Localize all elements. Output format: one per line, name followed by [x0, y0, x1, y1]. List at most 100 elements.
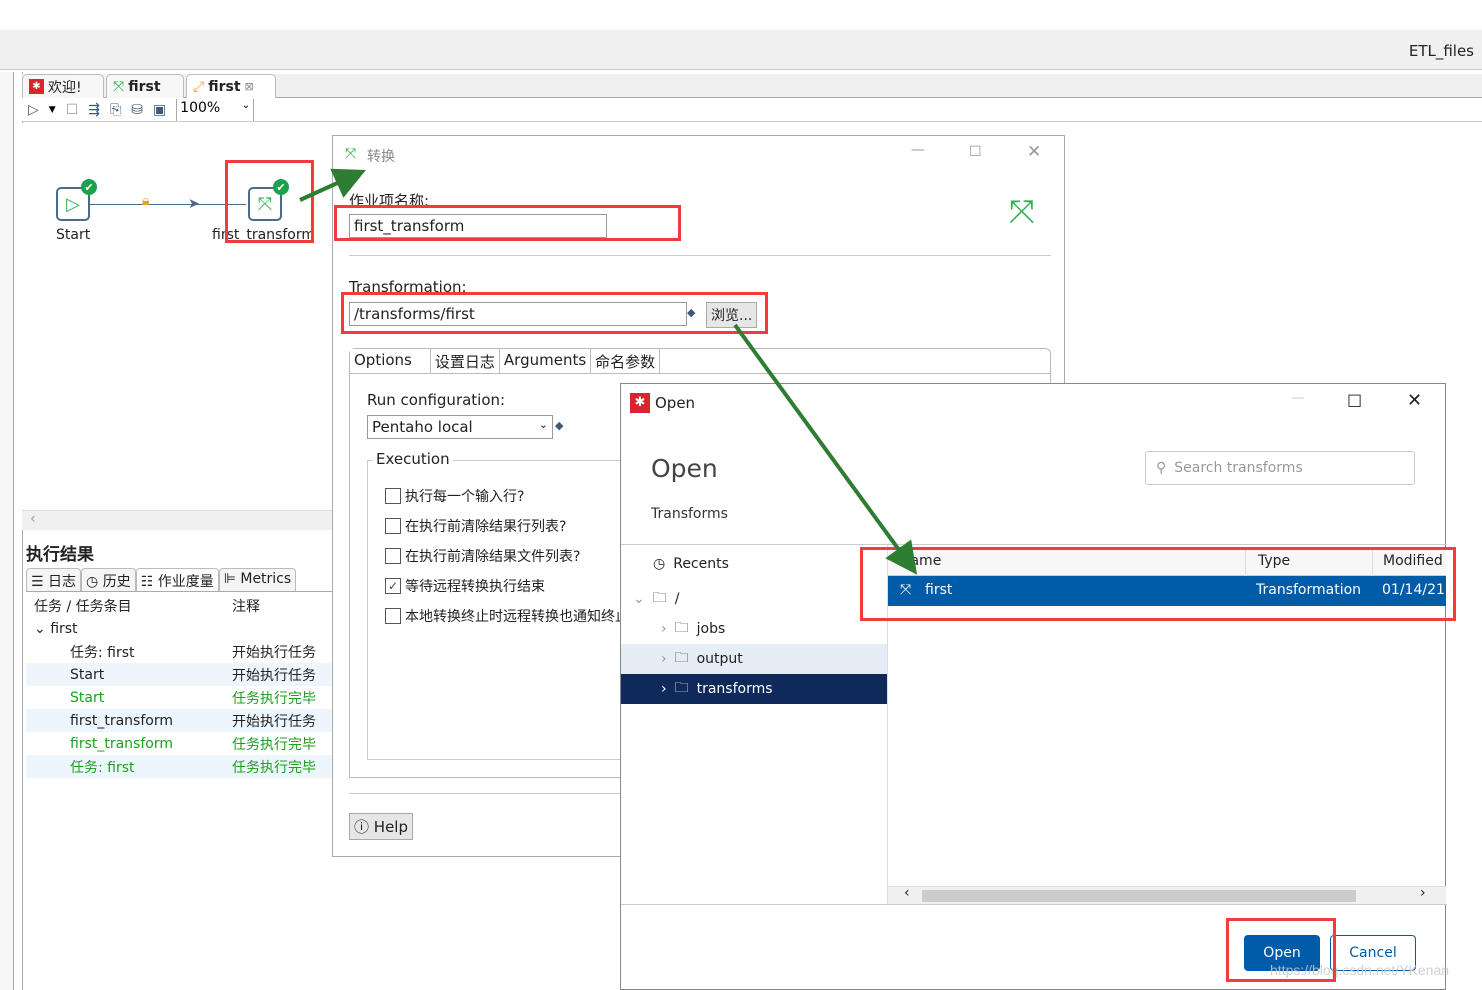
project-name: ETL_files: [1408, 42, 1474, 60]
table-row[interactable]: 任务: first 开始执行任务: [26, 640, 332, 663]
chevron-right-icon: ›: [661, 621, 667, 637]
watermark: https://blog.csdn.net/YKenan: [1270, 962, 1450, 978]
editor-tabs: ✱ 欢迎! ⤧ first ⤢ first ⊠: [22, 74, 1482, 98]
column-header[interactable]: 任务 / 任务条目: [26, 596, 232, 616]
divider: [621, 544, 1447, 545]
run-config-select[interactable]: Pentaho local ⌄: [367, 415, 553, 439]
node-start[interactable]: ▷ ✔ Start: [56, 179, 97, 243]
sql-icon[interactable]: ⛁: [131, 102, 143, 118]
close-button[interactable]: ✕: [1407, 390, 1422, 411]
stop-icon[interactable]: ☐: [66, 102, 79, 118]
column-header[interactable]: 注释: [232, 596, 332, 616]
checkbox[interactable]: [385, 608, 401, 624]
file-scrollbar[interactable]: ‹ ›: [888, 885, 1446, 904]
minimize-button[interactable]: —: [1291, 390, 1305, 406]
search-icon: ⚲: [1156, 460, 1167, 476]
divider: [621, 904, 1447, 905]
folder-icon: 🗀: [674, 650, 689, 666]
table-row[interactable]: Start 开始执行任务: [26, 663, 332, 686]
tab-metrics[interactable]: ⊫ Metrics: [218, 568, 297, 591]
open-subheading: Transforms: [651, 506, 728, 522]
title-bar: ETL_files: [0, 30, 1482, 70]
folder-icon: 🗀: [674, 620, 689, 636]
explore-icon[interactable]: ▣: [153, 102, 166, 118]
file-table-header: Name Type Modified: [888, 548, 1446, 576]
column-modified[interactable]: Modified: [1372, 548, 1453, 576]
results-tabs: ☰ 日志 ◷ 历史 ☷ 作业度量 ⊫ Metrics: [26, 568, 332, 592]
close-icon[interactable]: ⊠: [245, 80, 254, 93]
run-config-label: Run configuration:: [367, 391, 506, 409]
tree-jobs[interactable]: › 🗀 jobs: [621, 614, 887, 644]
transform-icon: ⤧: [113, 78, 125, 95]
maximize-button[interactable]: ☐: [969, 144, 982, 160]
lock-icon: 🔒︎: [142, 193, 150, 209]
run-icon[interactable]: ▷: [28, 102, 39, 118]
canvas-scrollbar[interactable]: ‹: [22, 510, 332, 530]
tab-first-transform[interactable]: ⤧ first: [106, 74, 184, 98]
checkbox-option[interactable]: 在执行前清除结果行列表?: [385, 516, 566, 536]
column-name[interactable]: Name: [900, 553, 941, 569]
success-check-icon: ✔: [81, 179, 97, 195]
transformation-path-input[interactable]: /transforms/first: [349, 302, 687, 326]
entry-name-input[interactable]: first_transform: [349, 214, 607, 238]
scrollbar-thumb[interactable]: [922, 890, 1356, 902]
tab-welcome[interactable]: ✱ 欢迎!: [22, 74, 104, 98]
tree-group[interactable]: ⌄ first: [26, 617, 332, 640]
job-icon: ⤢: [193, 78, 205, 95]
help-button[interactable]: ⓘ Help: [349, 813, 413, 840]
browse-button[interactable]: 浏览...: [706, 302, 758, 328]
checkbox[interactable]: [385, 518, 401, 534]
column-type[interactable]: Type: [1245, 548, 1302, 576]
tree-recents[interactable]: ◷ Recents: [621, 549, 887, 579]
job-canvas[interactable]: ▷ ✔ Start 🔒︎ ➤ ⤧ ✔ first_transform: [22, 123, 332, 510]
tree-output[interactable]: › 🗀 output: [621, 644, 887, 674]
chevron-left-icon[interactable]: ‹: [904, 885, 910, 901]
comment-cell: 任务执行完毕: [232, 759, 316, 776]
tab-job-metrics[interactable]: ☷ 作业度量: [135, 568, 219, 591]
tab-history[interactable]: ◷ 历史: [81, 568, 136, 591]
comment-cell: 开始执行任务: [232, 713, 316, 730]
chevron-down-icon: ⌄: [633, 591, 645, 607]
entry-cell: Start: [70, 689, 105, 706]
results-table: 任务 / 任务条目 注释 ⌄ first 任务: first 开始执行任务 Start…: [26, 594, 332, 778]
table-row[interactable]: first_transform 开始执行任务: [26, 709, 332, 732]
file-row[interactable]: ⤧ first Transformation 01/14/21: [888, 576, 1446, 606]
tab-log[interactable]: ☰ 日志: [26, 568, 82, 591]
transformation-label: Transformation:: [349, 278, 467, 296]
minimize-button[interactable]: —: [911, 142, 925, 158]
dialog-title: Open: [655, 394, 696, 412]
tab-logging[interactable]: 设置日志: [429, 349, 499, 373]
script-icon[interactable]: ⎘: [110, 102, 121, 118]
divider: [349, 255, 1051, 256]
tree-root[interactable]: ⌄ 🗀 /: [621, 584, 887, 614]
open-heading: Open: [651, 454, 718, 483]
table-row[interactable]: Start 任务执行完毕: [26, 686, 332, 709]
pentaho-icon: ✱: [29, 79, 44, 94]
checkbox[interactable]: [385, 488, 401, 504]
zoom-select[interactable]: 100% ⌄: [176, 98, 255, 121]
tab-arguments[interactable]: Arguments: [498, 349, 590, 373]
hop-line[interactable]: [90, 204, 246, 205]
tab-parameters[interactable]: 命名参数: [590, 349, 661, 373]
checkbox[interactable]: [385, 548, 401, 564]
tab-first-job[interactable]: ⤢ first ⊠: [186, 74, 276, 98]
help-icon: ⓘ: [354, 818, 370, 836]
search-input[interactable]: ⚲ Search transforms: [1145, 451, 1415, 485]
checkbox-option[interactable]: 在执行前清除结果文件列表?: [385, 546, 580, 566]
maximize-button[interactable]: ☐: [1347, 392, 1362, 412]
checkbox-option[interactable]: 本地转换终止时远程转换也通知终止: [385, 606, 629, 626]
checkbox[interactable]: ✓: [385, 578, 401, 594]
checkbox-option[interactable]: ✓ 等待远程转换执行结束: [385, 576, 545, 596]
table-row[interactable]: first_transform 任务执行完毕: [26, 732, 332, 755]
replay-icon[interactable]: ⇶: [88, 102, 100, 118]
node-first-transform[interactable]: ⤧ ✔ first_transform: [212, 179, 315, 243]
tree-transforms[interactable]: › 🗀 transforms: [621, 674, 887, 704]
table-row[interactable]: 任务: first 任务执行完毕: [26, 755, 332, 778]
comment-cell: 开始执行任务: [232, 667, 316, 684]
tab-options[interactable]: Options: [350, 349, 416, 373]
checkbox-option[interactable]: 执行每一个输入行?: [385, 486, 524, 506]
close-button[interactable]: ✕: [1027, 142, 1041, 162]
variable-icon: ◆: [555, 419, 564, 432]
run-dropdown-icon[interactable]: ▼: [49, 105, 56, 115]
chevron-right-icon[interactable]: ›: [1420, 885, 1426, 901]
